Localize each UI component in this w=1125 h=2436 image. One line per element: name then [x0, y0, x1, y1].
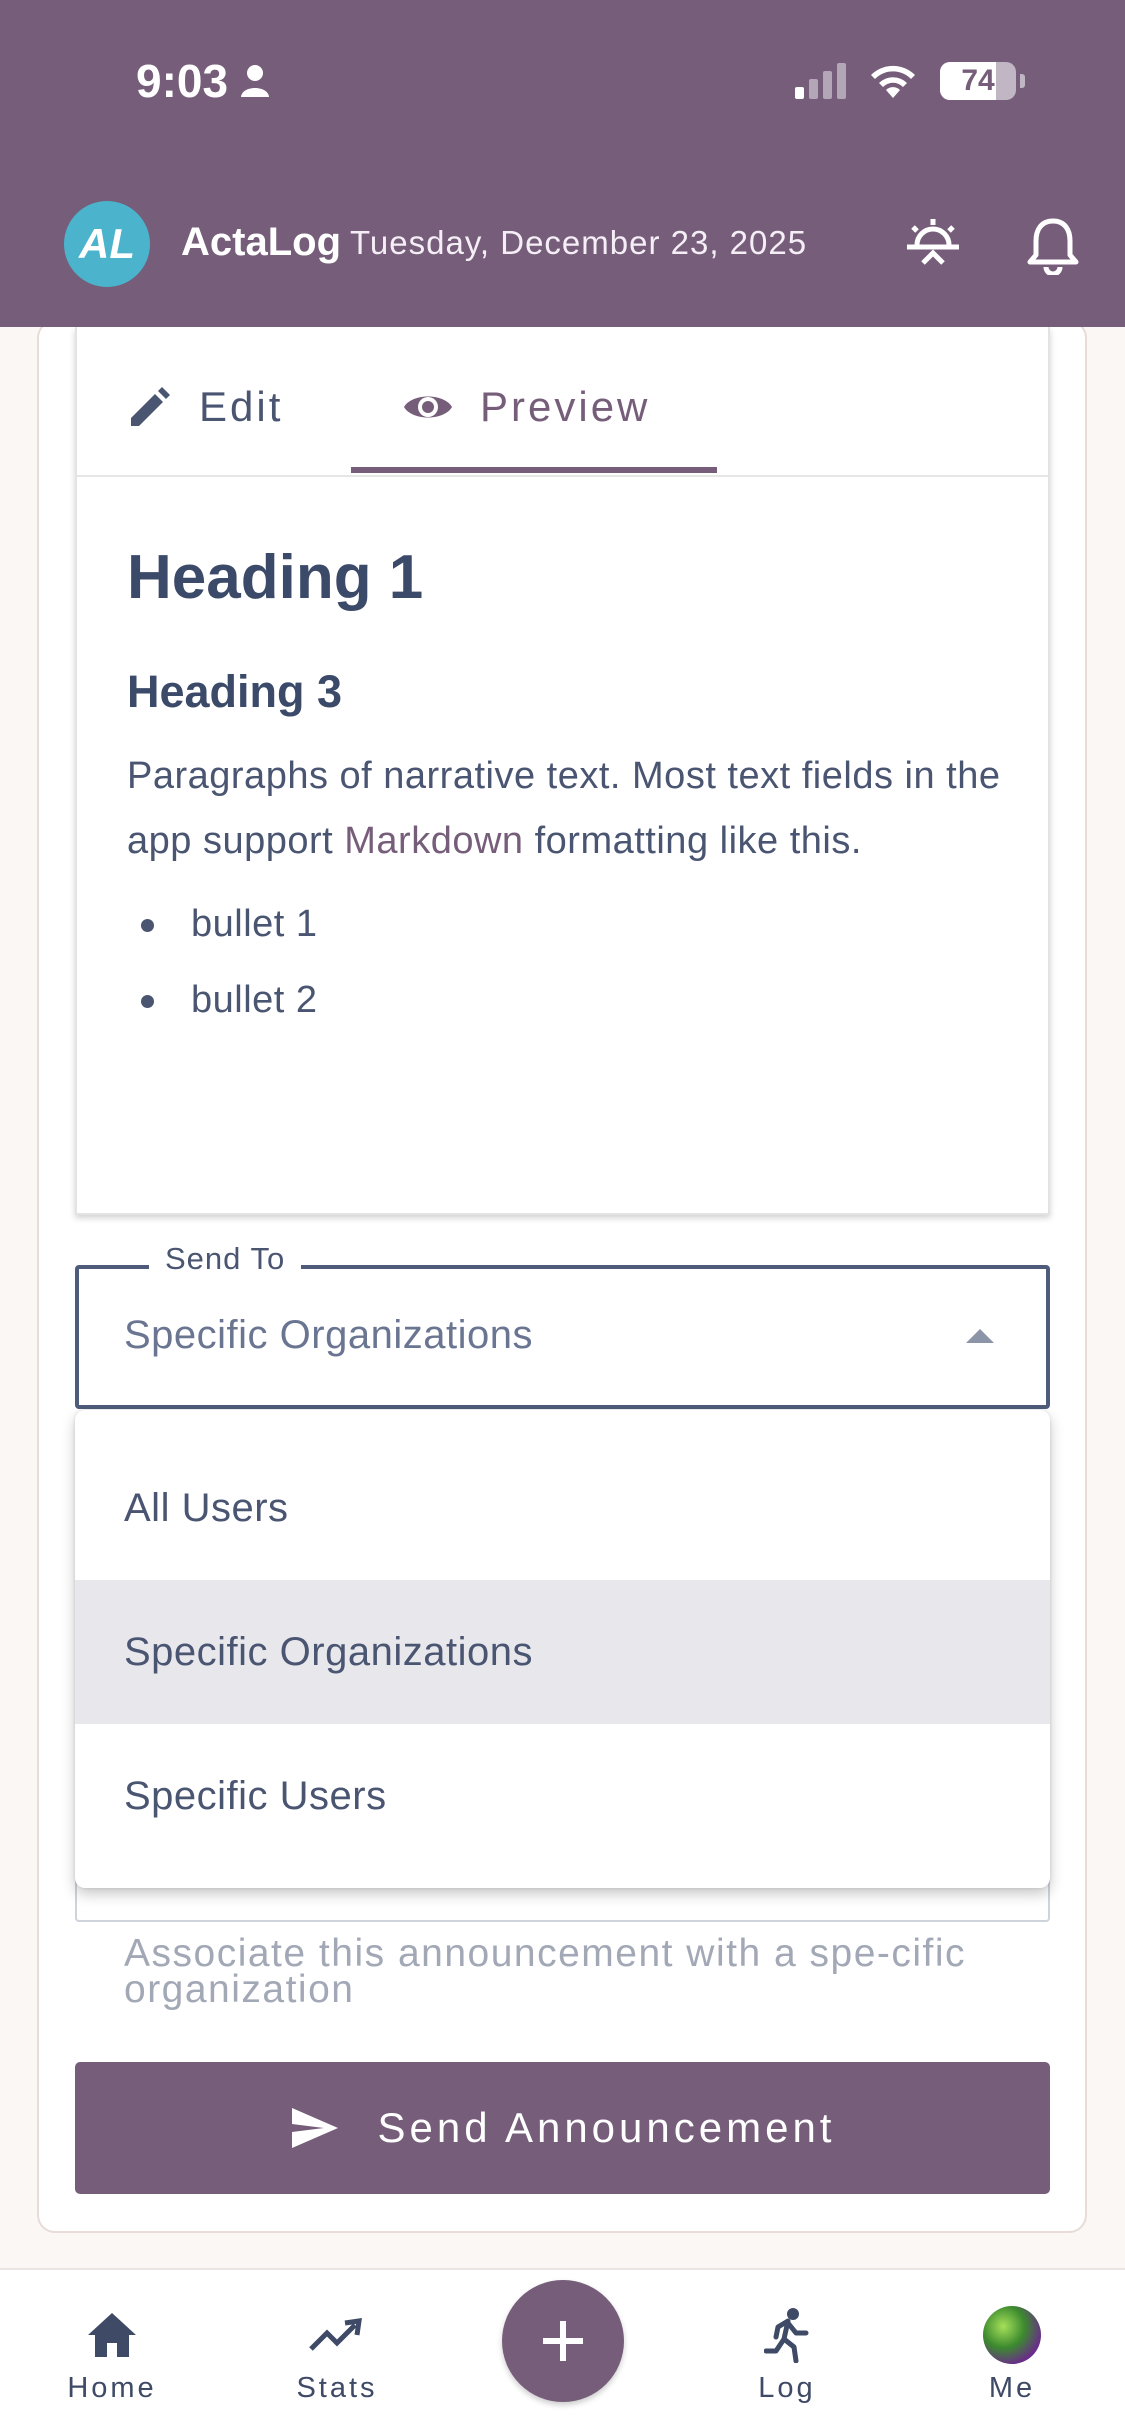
tab-preview-label: Preview	[480, 383, 651, 430]
avatar	[983, 2306, 1041, 2364]
nav-log[interactable]: Log	[712, 2306, 862, 2405]
tab-edit-label: Edit	[199, 383, 284, 430]
plus-icon	[543, 2321, 583, 2361]
nav-home-label: Home	[67, 2372, 157, 2404]
nav-home[interactable]: Home	[37, 2306, 187, 2405]
theme-toggle-button[interactable]	[898, 210, 968, 280]
battery-percent: 74	[961, 64, 995, 97]
send-to-select[interactable]: Send To Specific Organizations	[75, 1241, 1050, 1409]
person-icon	[241, 65, 270, 97]
option-specific-organizations[interactable]: Specific Organizations	[75, 1580, 1050, 1724]
send-icon	[291, 2108, 338, 2148]
preview-heading-1: Heading 1	[127, 543, 424, 612]
status-time-text: 9:03	[136, 55, 229, 107]
send-to-label: Send To	[149, 1241, 302, 1277]
add-entry-button[interactable]	[502, 2280, 624, 2402]
nav-me-label: Me	[988, 2372, 1036, 2404]
nav-stats[interactable]: Stats	[262, 2306, 412, 2405]
send-announcement-label: Send Announcement	[377, 2104, 836, 2151]
trending-up-icon	[309, 2318, 362, 2351]
caret-up-icon	[966, 1329, 994, 1343]
organization-helper-text: Associate this announcement with a spe-c…	[124, 1936, 967, 2011]
status-indicators: 74	[795, 62, 1025, 100]
tab-edit[interactable]: Edit	[127, 367, 283, 447]
list-item: bullet 1	[127, 886, 1007, 962]
active-tab-indicator	[351, 467, 717, 473]
cellular-signal-icon	[795, 63, 846, 99]
nav-me[interactable]: Me	[937, 2306, 1087, 2405]
sun-horizon-icon	[907, 219, 959, 265]
header-date: Tuesday, December 23, 2025	[350, 224, 808, 261]
markdown-editor: Edit Preview Heading 1 Heading 3 Paragra…	[75, 327, 1050, 1215]
markdown-preview: Heading 1 Heading 3 Paragraphs of narrat…	[127, 547, 1007, 1038]
battery-tip	[1020, 74, 1025, 88]
running-icon	[764, 2308, 809, 2363]
tab-preview[interactable]: Preview	[402, 367, 650, 447]
app-logo[interactable]: AL	[64, 201, 150, 287]
send-to-value: Specific Organizations	[124, 1313, 533, 1357]
option-specific-users[interactable]: Specific Users	[75, 1724, 1050, 1868]
preview-paragraph: Paragraphs of narrative text. Most text …	[127, 744, 1007, 874]
notifications-button[interactable]	[1018, 210, 1088, 280]
pencil-icon	[131, 387, 170, 426]
app-name: ActaLog	[181, 220, 341, 264]
wifi-icon	[871, 65, 915, 98]
eye-icon	[404, 396, 452, 418]
paragraph-text-end: formatting like this.	[523, 820, 862, 862]
status-time: 9:03	[136, 54, 270, 108]
send-to-dropdown-menu: All Users Specific Organizations Specifi…	[75, 1410, 1050, 1888]
markdown-link[interactable]: Markdown	[344, 820, 523, 862]
preview-heading-3: Heading 3	[127, 666, 343, 717]
nav-log-label: Log	[758, 2372, 816, 2404]
app-header: 9:03 74 AL ActaLog Tuesday, December 23,…	[0, 0, 1125, 327]
home-icon	[88, 2313, 136, 2357]
battery-icon: 74	[940, 62, 1016, 100]
bell-icon	[1027, 218, 1079, 275]
nav-stats-label: Stats	[296, 2372, 378, 2404]
send-announcement-button[interactable]: Send Announcement	[75, 2062, 1050, 2194]
list-item: bullet 2	[127, 962, 1007, 1038]
preview-bullet-list: bullet 1 bullet 2	[127, 886, 1007, 1038]
editor-tabs: Edit Preview	[77, 327, 1048, 477]
option-all-users[interactable]: All Users	[75, 1436, 1050, 1580]
